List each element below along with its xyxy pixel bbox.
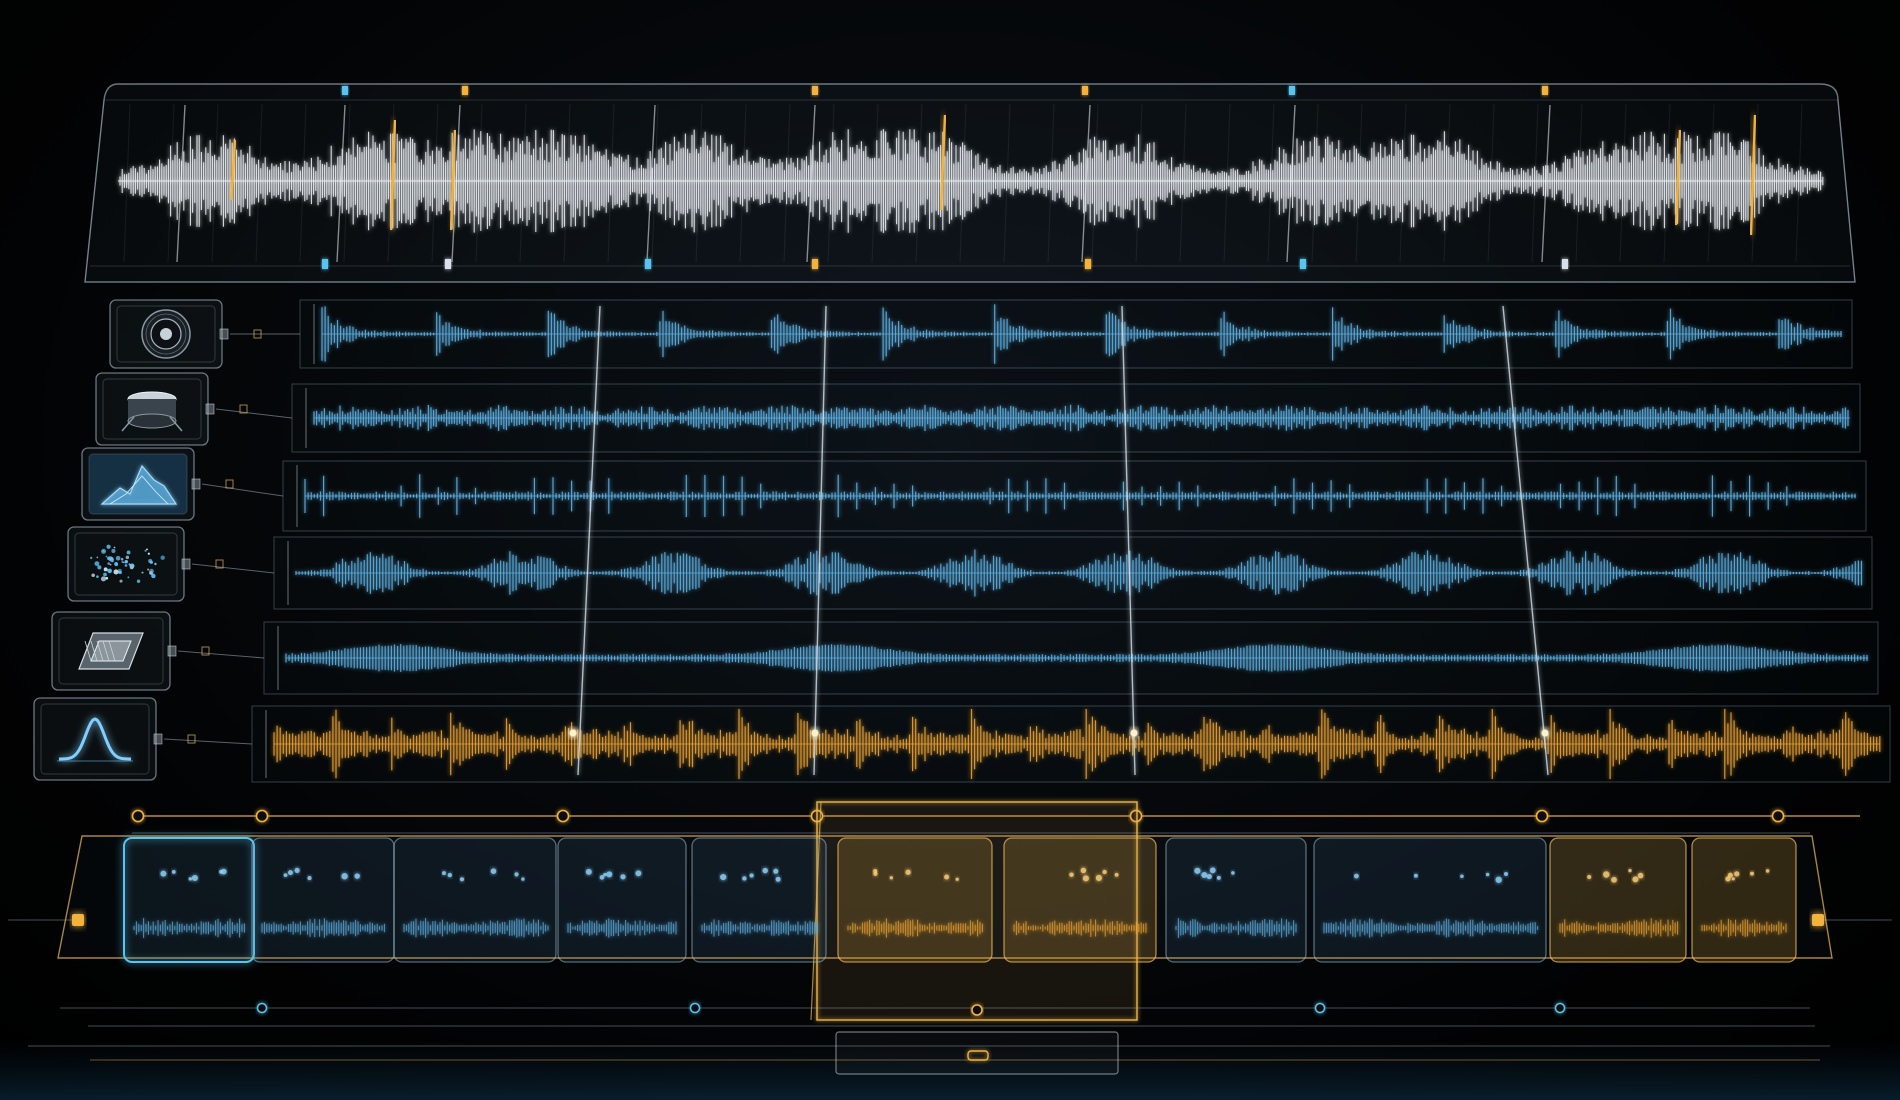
icon-connector — [201, 483, 284, 497]
clip-body — [1549, 837, 1687, 963]
clip-9[interactable] — [1313, 837, 1547, 963]
top-cue-handle[interactable] — [462, 86, 468, 95]
clip-body — [393, 837, 557, 963]
clip-body — [123, 837, 255, 963]
playhead-intersection — [811, 729, 819, 737]
bell-curve-icon[interactable] — [33, 697, 253, 781]
bottom-cue-handle[interactable] — [812, 259, 818, 269]
strip-right-handle[interactable] — [1812, 914, 1824, 926]
particle-cloud-icon[interactable] — [67, 526, 275, 602]
track-lane-6[interactable] — [251, 705, 1891, 783]
clip-1[interactable] — [123, 837, 255, 963]
connector-jack — [187, 734, 196, 744]
icon-plug — [205, 403, 215, 415]
timeline-scene — [0, 83, 1900, 1100]
bottom-cue-handle[interactable] — [445, 259, 451, 269]
icon-plug — [153, 733, 163, 745]
clip-3[interactable] — [393, 837, 557, 963]
clip-10[interactable] — [1549, 837, 1687, 963]
icon-connector — [177, 650, 265, 659]
playhead-intersection — [1130, 729, 1138, 737]
track-lane-4[interactable] — [273, 536, 1873, 610]
clip-11[interactable] — [1691, 837, 1797, 963]
playhead-intersection — [569, 729, 577, 737]
clip-body — [1165, 837, 1307, 963]
icon-plug — [219, 328, 229, 340]
clip-4[interactable] — [557, 837, 687, 963]
bottom-rail-node[interactable] — [1314, 1002, 1326, 1014]
clip-5[interactable] — [691, 837, 827, 963]
drum-icon[interactable] — [95, 372, 293, 446]
clip-7[interactable] — [1003, 837, 1157, 963]
mountain-spectrum-icon[interactable] — [81, 447, 284, 521]
rail-node[interactable] — [131, 809, 145, 823]
master-panel[interactable] — [84, 83, 1856, 283]
selection-rail-node[interactable] — [971, 1004, 983, 1016]
clip-body — [1313, 837, 1547, 963]
connector-jack — [225, 479, 234, 489]
top-cue-handle[interactable] — [342, 86, 348, 95]
track-lane-3[interactable] — [282, 460, 1867, 532]
track-lane-1[interactable] — [299, 299, 1853, 369]
rail-node[interactable] — [1535, 809, 1549, 823]
clip-8[interactable] — [1165, 837, 1307, 963]
track-lanes — [251, 299, 1891, 783]
rail-node[interactable] — [255, 809, 269, 823]
mountain-spectrum-icon-glyph — [89, 454, 187, 514]
rail-node[interactable] — [1771, 809, 1785, 823]
speaker-icon-glyph — [141, 309, 191, 359]
clip-body — [557, 837, 687, 963]
bottom-rail-node[interactable] — [689, 1002, 701, 1014]
top-cue-handle[interactable] — [1289, 86, 1295, 95]
icon-connector — [163, 738, 253, 745]
scroll-thumb[interactable] — [835, 1031, 1119, 1075]
bottom-cue-handle[interactable] — [1300, 259, 1306, 269]
icon-plug — [181, 558, 191, 570]
bottom-cue-handle[interactable] — [645, 259, 651, 269]
rail-node[interactable] — [556, 809, 570, 823]
playhead-intersection — [1541, 729, 1549, 737]
track-lane-2[interactable] — [291, 383, 1861, 453]
top-cue-handle[interactable] — [1082, 86, 1088, 95]
clip-body — [1691, 837, 1797, 963]
clip-strip[interactable] — [8, 801, 1892, 1075]
clip-6[interactable] — [837, 837, 993, 963]
track-lane-5[interactable] — [263, 621, 1879, 695]
top-cue-handle[interactable] — [812, 86, 818, 95]
top-cue-handle[interactable] — [1542, 86, 1548, 95]
clip-body — [691, 837, 827, 963]
circuit-chip-icon[interactable] — [51, 611, 265, 691]
icon-frame — [67, 526, 185, 602]
icon-plug — [191, 478, 201, 490]
icon-frame — [33, 697, 157, 781]
clip-body — [837, 837, 993, 963]
strip-left-handle[interactable] — [72, 914, 84, 926]
bottom-rail-node[interactable] — [1554, 1002, 1566, 1014]
audio-editor-canvas — [0, 0, 1900, 1100]
clip-body — [251, 837, 395, 963]
bottom-cue-handle[interactable] — [322, 259, 328, 269]
icon-connector — [191, 563, 275, 574]
clip-body — [1003, 837, 1157, 963]
clip-2[interactable] — [251, 837, 395, 963]
bottom-cue-handle[interactable] — [1562, 259, 1568, 269]
icon-connector — [215, 408, 293, 419]
speaker-icon[interactable] — [109, 299, 300, 369]
bottom-cue-handle[interactable] — [1085, 259, 1091, 269]
bottom-rail-node[interactable] — [256, 1002, 268, 1014]
icon-plug — [167, 645, 177, 657]
